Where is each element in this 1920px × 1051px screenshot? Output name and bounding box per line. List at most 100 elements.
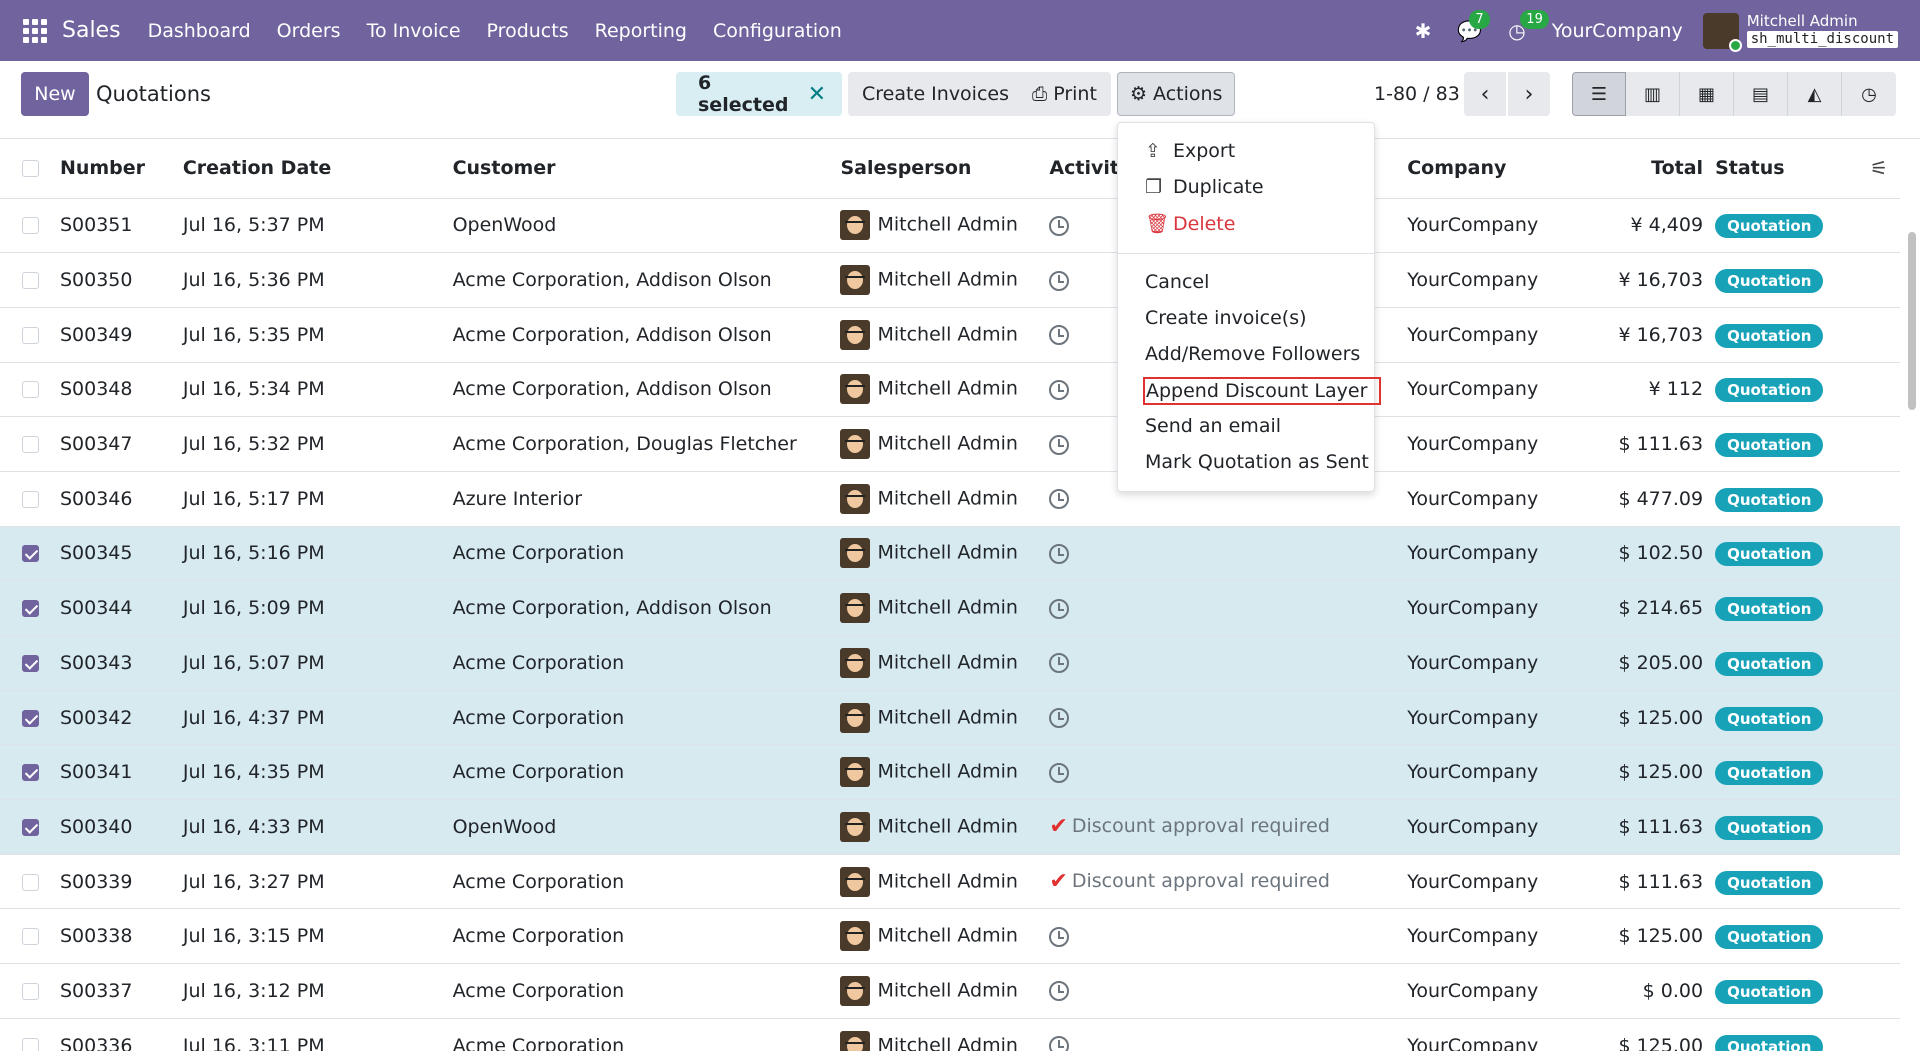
actions-button[interactable]: ⚙ Actions	[1117, 72, 1236, 116]
row-checkbox[interactable]	[22, 272, 39, 290]
column-total[interactable]: Total	[1597, 139, 1716, 199]
menu-item-append-discount-layer[interactable]: Append Discount Layer	[1143, 377, 1382, 405]
clear-selection-icon[interactable]: ✕	[808, 82, 826, 107]
menu-configuration[interactable]: Configuration	[700, 20, 855, 42]
menu-item-duplicate[interactable]: ❐ Duplicate	[1145, 176, 1264, 198]
clock-icon[interactable]	[1049, 598, 1070, 619]
clock-icon[interactable]	[1049, 1036, 1070, 1051]
table-row[interactable]: S00345 Jul 16, 5:16 PM Acme Corporation Mit…	[0, 526, 1900, 582]
table-row[interactable]: S00346 Jul 16, 5:17 PM Azure Interior Mitch…	[0, 471, 1900, 527]
table-row[interactable]: S00347 Jul 16, 5:32 PM Acme Corporation, D…	[0, 416, 1900, 472]
delete-label: Delete	[1173, 213, 1236, 235]
row-checkbox[interactable]	[22, 873, 39, 891]
row-checkbox[interactable]	[22, 545, 39, 563]
menu-item-create-invoices[interactable]: Create invoice(s)	[1145, 307, 1307, 329]
row-checkbox[interactable]	[22, 818, 39, 836]
clock-icon[interactable]	[1049, 434, 1070, 455]
menu-item-mark-sent[interactable]: Mark Quotation as Sent	[1145, 451, 1369, 473]
activity-cell	[1049, 580, 1408, 636]
calendar-view-icon[interactable]: ▦	[1680, 72, 1734, 116]
row-checkbox[interactable]	[22, 600, 39, 618]
user-menu[interactable]: Mitchell Admin sh_multi_discount	[1746, 13, 1898, 48]
order-total: $ 125.00	[1597, 690, 1716, 746]
column-company[interactable]: Company	[1407, 139, 1598, 199]
row-checkbox[interactable]	[22, 982, 39, 1000]
clock-icon[interactable]	[1049, 762, 1070, 783]
messages-icon[interactable]: 💬 7	[1457, 9, 1490, 43]
column-creation-date[interactable]: Creation Date	[182, 139, 453, 199]
table-row[interactable]: S00337 Jul 16, 3:12 PM Acme Corporation Mit…	[0, 963, 1900, 1019]
menu-item-send-email[interactable]: Send an email	[1145, 415, 1281, 437]
table-row[interactable]: S00340 Jul 16, 4:33 PM OpenWood Mitchell Ad…	[0, 799, 1900, 855]
column-customer[interactable]: Customer	[452, 139, 841, 199]
menu-item-followers[interactable]: Add/Remove Followers	[1145, 343, 1360, 365]
select-all-checkbox[interactable]	[22, 160, 39, 178]
table-row[interactable]: S00341 Jul 16, 4:35 PM Acme Corporation Mit…	[0, 744, 1900, 801]
clock-icon[interactable]	[1049, 215, 1070, 236]
clock-icon[interactable]	[1049, 653, 1070, 674]
print-button[interactable]: ⎙ Print	[1018, 72, 1111, 116]
clock-icon[interactable]	[1049, 379, 1070, 400]
row-checkbox[interactable]	[22, 436, 39, 454]
column-settings-icon[interactable]: ⚟	[1870, 156, 1888, 180]
row-checkbox[interactable]	[22, 1037, 39, 1051]
menu-item-cancel[interactable]: Cancel	[1145, 271, 1209, 293]
clock-icon[interactable]	[1049, 543, 1070, 564]
clock-icon[interactable]	[1049, 325, 1070, 346]
clock-icon[interactable]	[1049, 708, 1070, 729]
company-switcher[interactable]: YourCompany	[1552, 20, 1683, 42]
vertical-scrollbar[interactable]	[1908, 232, 1916, 410]
column-salesperson[interactable]: Salesperson	[840, 139, 1050, 199]
app-grid-icon[interactable]	[22, 18, 48, 44]
row-checkbox[interactable]	[22, 709, 39, 727]
clock-icon[interactable]	[1049, 926, 1070, 947]
list-view-icon[interactable]: ☰	[1572, 72, 1626, 116]
customer-name: Acme Corporation	[452, 908, 841, 965]
pager-next-button[interactable]: ›	[1508, 72, 1550, 116]
activity-view-icon[interactable]: ◷	[1842, 72, 1896, 116]
clock-icon[interactable]	[1049, 981, 1070, 1002]
row-checkbox[interactable]	[22, 326, 39, 344]
column-number[interactable]: Number	[59, 139, 183, 199]
kanban-view-icon[interactable]: ▥	[1626, 72, 1680, 116]
salesperson-name: Mitchell Admin	[877, 760, 1018, 783]
menu-dashboard[interactable]: Dashboard	[135, 20, 264, 42]
row-checkbox[interactable]	[22, 928, 39, 946]
row-checkbox[interactable]	[22, 217, 39, 235]
table-row[interactable]: S00338 Jul 16, 3:15 PM Acme Corporation Mit…	[0, 908, 1900, 965]
table-row[interactable]: S00343 Jul 16, 5:07 PM Acme Corporation Mit…	[0, 635, 1900, 691]
row-checkbox[interactable]	[22, 381, 39, 399]
user-avatar[interactable]	[1702, 12, 1742, 52]
row-checkbox[interactable]	[22, 654, 39, 672]
menu-reporting[interactable]: Reporting	[582, 20, 700, 42]
pager-value[interactable]: 1-80 / 83	[1374, 83, 1460, 105]
pager-previous-button[interactable]: ‹	[1464, 72, 1506, 116]
menu-orders[interactable]: Orders	[264, 20, 354, 42]
new-button[interactable]: New	[21, 72, 89, 116]
table-row[interactable]: S00349 Jul 16, 5:35 PM Acme Corporation, A…	[0, 307, 1900, 363]
clock-icon[interactable]	[1049, 270, 1070, 291]
clock-icon[interactable]	[1049, 489, 1070, 510]
table-row[interactable]: S00339 Jul 16, 3:27 PM Acme Corporation Mit…	[0, 854, 1900, 910]
menu-item-export[interactable]: ⇪ Export	[1145, 140, 1235, 162]
row-checkbox[interactable]	[22, 490, 39, 508]
table-row[interactable]: S00336 Jul 16, 3:11 PM Acme Corporation Mit…	[0, 1018, 1900, 1051]
app-name[interactable]: Sales	[62, 18, 121, 43]
order-total: $ 125.00	[1597, 908, 1716, 965]
table-row[interactable]: S00344 Jul 16, 5:09 PM Acme Corporation, A…	[0, 580, 1900, 636]
row-checkbox[interactable]	[22, 764, 39, 782]
table-row[interactable]: S00342 Jul 16, 4:37 PM Acme Corporation Mit…	[0, 690, 1900, 746]
table-row[interactable]: S00351 Jul 16, 5:37 PM OpenWood Mitchell Ad…	[0, 198, 1900, 254]
graph-view-icon[interactable]: ◭	[1788, 72, 1842, 116]
debug-bug-icon[interactable]: ✱	[1415, 19, 1432, 43]
column-status[interactable]: Status	[1715, 139, 1870, 199]
create-invoices-button[interactable]: Create Invoices	[848, 72, 1023, 116]
menu-to-invoice[interactable]: To Invoice	[354, 20, 474, 42]
activities-clock-icon[interactable]: ◷ 19	[1508, 9, 1549, 43]
row-checkbox-cell	[0, 471, 60, 527]
table-row[interactable]: S00350 Jul 16, 5:36 PM Acme Corporation, A…	[0, 252, 1900, 308]
pivot-view-icon[interactable]: ▤	[1734, 72, 1788, 116]
table-row[interactable]: S00348 Jul 16, 5:34 PM Acme Corporation, A…	[0, 362, 1900, 418]
menu-item-delete[interactable]: 🗑 Delete	[1145, 212, 1235, 235]
menu-products[interactable]: Products	[474, 20, 582, 42]
